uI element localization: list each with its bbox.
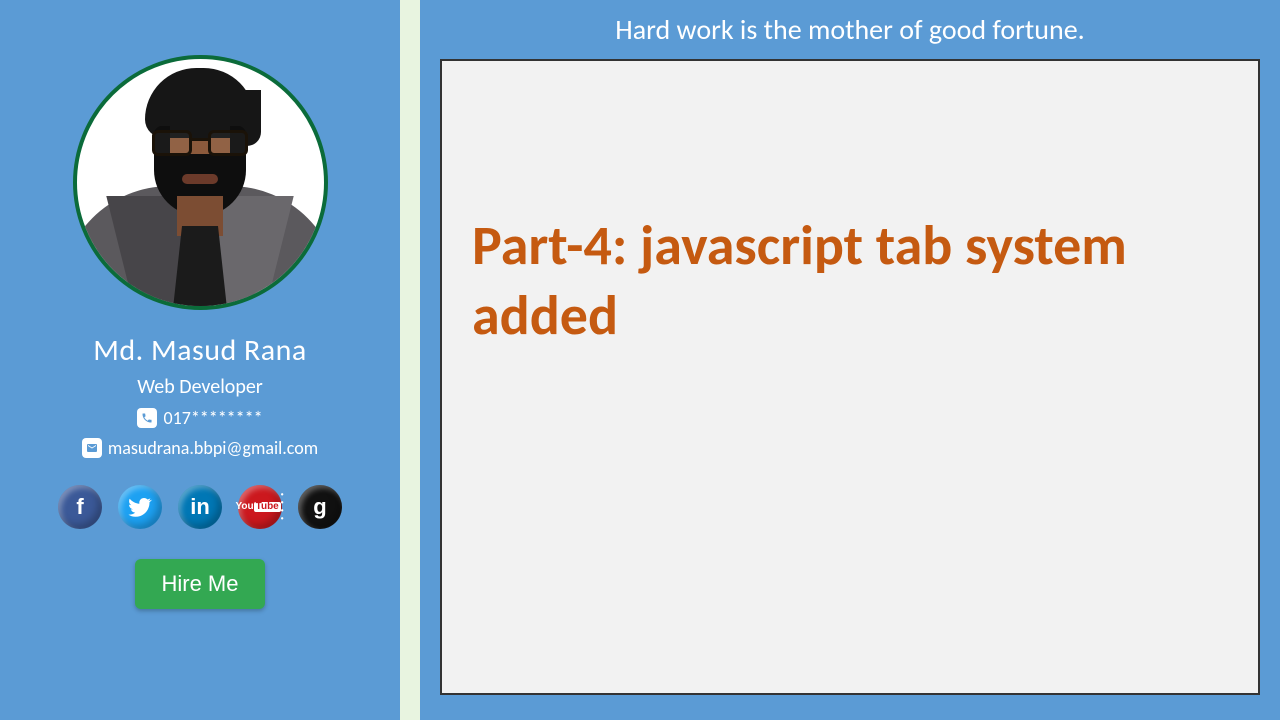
github-icon[interactable]: g bbox=[298, 485, 342, 529]
hire-me-button[interactable]: Hire Me bbox=[135, 559, 264, 609]
linkedin-icon[interactable]: in bbox=[178, 485, 222, 529]
social-links: f in You Tube • • • • g bbox=[58, 485, 342, 529]
youtube-dots: • • • • bbox=[281, 491, 285, 523]
tagline-text: Hard work is the mother of good fortune. bbox=[615, 12, 1084, 47]
profile-role: Web Developer bbox=[137, 375, 263, 399]
email-icon bbox=[82, 438, 102, 458]
email-text: masudrana.bbpi@gmail.com bbox=[108, 437, 318, 459]
main-panel: Hard work is the mother of good fortune.… bbox=[420, 0, 1280, 720]
avatar bbox=[73, 55, 328, 310]
facebook-icon[interactable]: f bbox=[58, 485, 102, 529]
phone-row: 017******** bbox=[137, 407, 262, 429]
profile-sidebar: Md. Masud Rana Web Developer 017********… bbox=[0, 0, 400, 720]
content-box: Part-4: javascript tab system added bbox=[440, 59, 1260, 695]
profile-name: Md. Masud Rana bbox=[93, 332, 307, 369]
youtube-icon[interactable]: You Tube • • • • bbox=[238, 485, 282, 529]
content-title: Part-4: javascript tab system added bbox=[472, 211, 1228, 351]
youtube-text-top: You bbox=[235, 502, 253, 512]
youtube-text-bottom: Tube bbox=[254, 502, 281, 512]
phone-text: 017******** bbox=[163, 407, 262, 429]
email-row: masudrana.bbpi@gmail.com bbox=[82, 437, 318, 459]
vertical-divider bbox=[400, 0, 420, 720]
twitter-icon[interactable] bbox=[118, 485, 162, 529]
phone-icon bbox=[137, 408, 157, 428]
avatar-illustration bbox=[77, 55, 324, 306]
